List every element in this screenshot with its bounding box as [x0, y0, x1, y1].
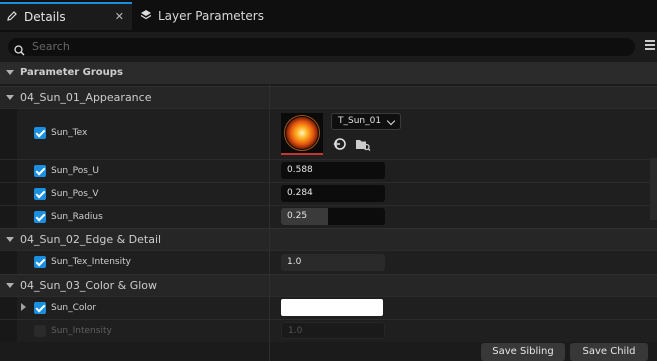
- param-label: Sun_Tex: [51, 128, 88, 138]
- texture-thumbnail[interactable]: [281, 113, 323, 155]
- field-value: 1.0: [287, 257, 302, 267]
- asset-name: T_Sun_01: [338, 116, 382, 126]
- sun-pos-u-field[interactable]: 0.588: [281, 162, 385, 179]
- enable-checkbox[interactable]: [34, 256, 46, 268]
- enable-checkbox[interactable]: [34, 165, 46, 177]
- expand-arrow-icon[interactable]: [21, 303, 26, 311]
- param-row-sun-radius: Sun_Radius 0.25: [0, 205, 657, 228]
- tab-layer-parameters[interactable]: Layer Parameters: [134, 2, 334, 30]
- tab-bar: Details ✕ Layer Parameters: [0, 0, 657, 32]
- search-input[interactable]: Search: [8, 38, 635, 56]
- save-child-button[interactable]: Save Child: [570, 343, 648, 361]
- field-value: 0.588: [287, 165, 313, 175]
- tab-layer-parameters-label: Layer Parameters: [158, 9, 264, 23]
- chevron-down-icon: [386, 116, 396, 126]
- param-row-sun-intensity: Sun_Intensity 1.0: [0, 319, 657, 342]
- reset-arrow-icon[interactable]: [333, 136, 347, 155]
- param-row-sun-tex-intensity: Sun_Tex_Intensity 1.0: [0, 250, 657, 274]
- tab-details-label: Details: [24, 10, 66, 24]
- close-icon[interactable]: ✕: [115, 10, 124, 23]
- column-splitter[interactable]: [269, 84, 270, 361]
- save-sibling-button[interactable]: Save Sibling: [481, 343, 565, 361]
- param-label: Sun_Pos_V: [51, 189, 99, 199]
- param-row-sun-tex: Sun_Tex: [0, 108, 657, 159]
- param-label: Sun_Radius: [51, 212, 103, 222]
- param-label: Sun_Tex_Intensity: [51, 257, 131, 267]
- param-row-sun-pos-v: Sun_Pos_V 0.284: [0, 182, 657, 205]
- group-sun-edge-detail[interactable]: 04_Sun_02_Edge & Detail: [0, 228, 657, 250]
- collapse-arrow-icon: [6, 70, 14, 75]
- browse-folder-icon[interactable]: [355, 136, 371, 155]
- tab-details[interactable]: Details ✕: [0, 2, 132, 30]
- param-row-sun-pos-u: Sun_Pos_U 0.588: [0, 159, 657, 182]
- collapse-arrow-icon: [6, 237, 14, 242]
- field-value: 0.25: [287, 211, 308, 221]
- enable-checkbox[interactable]: [34, 302, 46, 314]
- scroll-edge: [650, 158, 657, 220]
- group-label: 04_Sun_03_Color & Glow: [20, 279, 158, 292]
- field-value: 0.284: [287, 188, 313, 198]
- group-sun-color-glow[interactable]: 04_Sun_03_Color & Glow: [0, 274, 657, 296]
- parameter-groups-header[interactable]: Parameter Groups: [0, 62, 657, 84]
- menu-icon[interactable]: [645, 38, 657, 54]
- sun-tex-intensity-field[interactable]: 1.0: [281, 254, 385, 271]
- search-icon: [14, 41, 25, 60]
- sun-radius-slider[interactable]: 0.25: [281, 208, 385, 225]
- texture-asset-dropdown[interactable]: T_Sun_01: [331, 113, 401, 130]
- sun-color-swatch[interactable]: [281, 299, 383, 316]
- param-label: Sun_Intensity: [51, 326, 112, 336]
- enable-checkbox[interactable]: [34, 188, 46, 200]
- collapse-arrow-icon: [6, 283, 14, 288]
- enable-checkbox[interactable]: [34, 211, 46, 223]
- pencil-icon: [6, 10, 18, 25]
- param-label: Sun_Pos_U: [51, 166, 100, 176]
- param-label: Sun_Color: [51, 303, 97, 313]
- group-label: 04_Sun_02_Edge & Detail: [20, 233, 162, 246]
- sun-pos-v-field[interactable]: 0.284: [281, 185, 385, 202]
- enable-checkbox[interactable]: [34, 127, 46, 139]
- group-label: 04_Sun_01_Appearance: [20, 91, 152, 104]
- enable-checkbox[interactable]: [34, 325, 46, 337]
- field-value: 1.0: [288, 326, 303, 336]
- sun-intensity-field: 1.0: [281, 322, 385, 339]
- parameter-groups-title: Parameter Groups: [20, 67, 123, 78]
- collapse-arrow-icon: [6, 95, 14, 100]
- search-row: Search: [0, 32, 657, 62]
- group-sun-appearance[interactable]: 04_Sun_01_Appearance: [0, 86, 657, 108]
- search-placeholder: Search: [32, 40, 70, 53]
- layers-icon: [140, 9, 152, 24]
